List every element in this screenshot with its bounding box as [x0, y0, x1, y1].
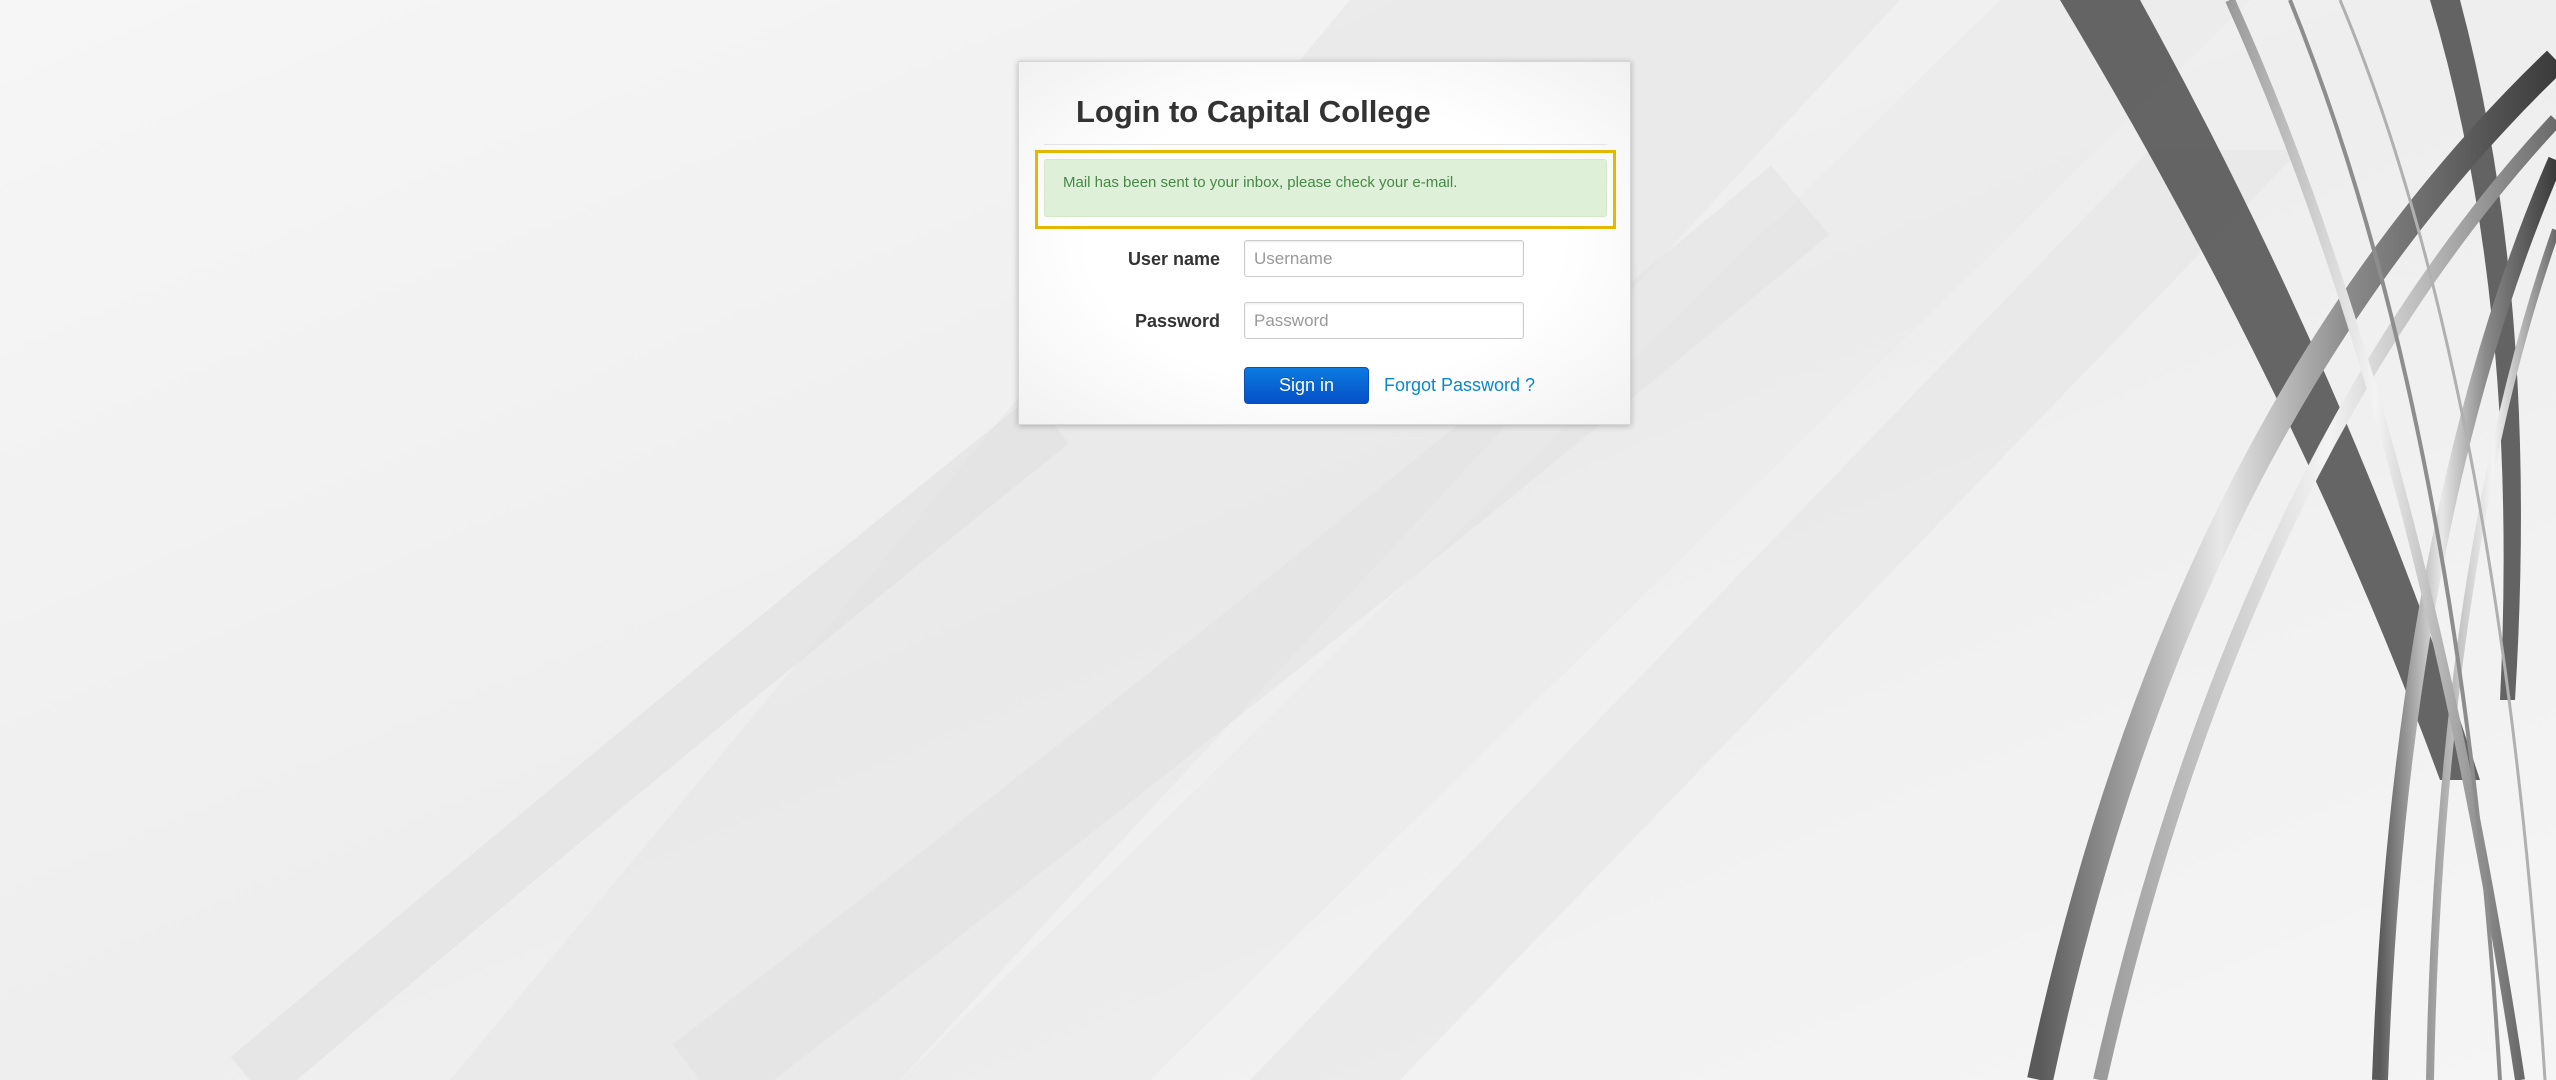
forgot-password-link[interactable]: Forgot Password ?: [1384, 375, 1535, 396]
login-panel: Login to Capital College Mail has been s…: [1018, 61, 1631, 425]
success-alert: Mail has been sent to your inbox, please…: [1044, 159, 1607, 217]
password-label: Password: [1134, 311, 1220, 331]
password-row: Password: [1019, 302, 1630, 340]
username-label: User name: [1127, 249, 1220, 269]
password-input[interactable]: [1244, 302, 1524, 339]
username-input[interactable]: [1244, 240, 1524, 277]
page-title: Login to Capital College: [1076, 94, 1431, 129]
actions-row: Sign in Forgot Password ?: [1019, 365, 1630, 404]
title-divider: [1044, 144, 1607, 145]
username-row: User name: [1019, 240, 1630, 278]
sign-in-button[interactable]: Sign in: [1244, 367, 1369, 404]
